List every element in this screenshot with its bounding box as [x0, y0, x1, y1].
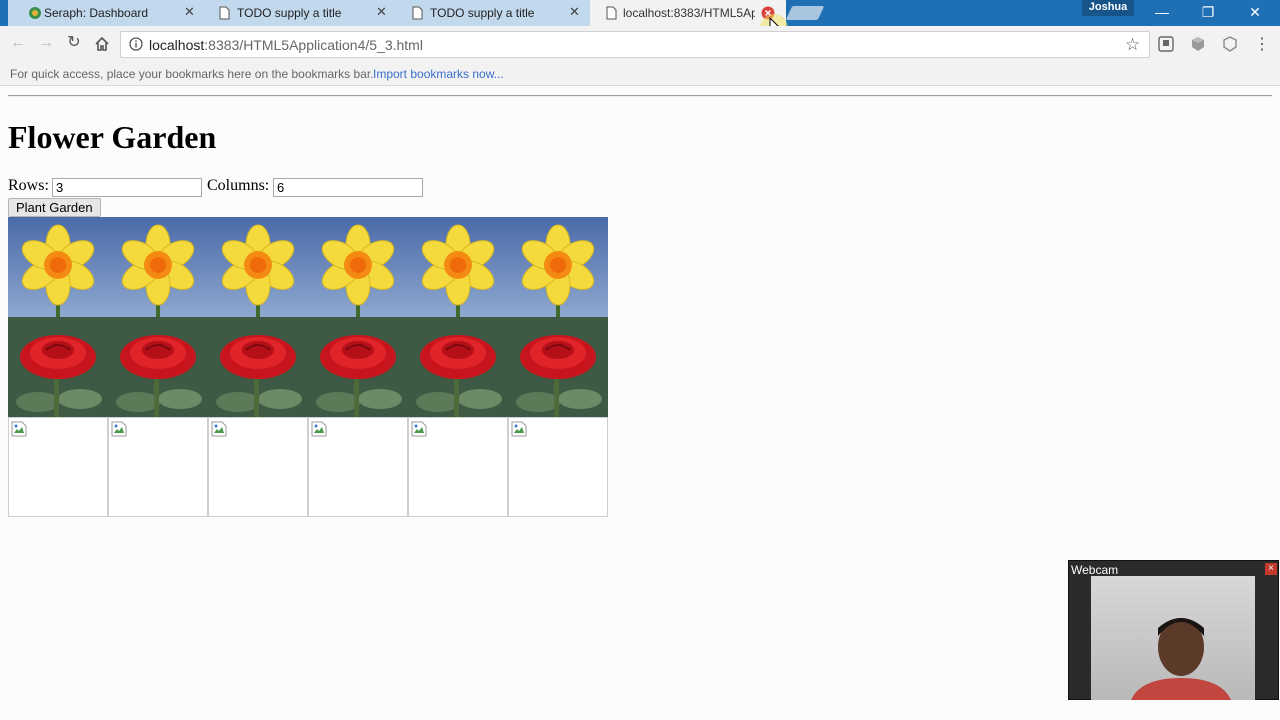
webcam-label: Webcam — [1071, 563, 1119, 577]
garden-cell-daffodil — [108, 217, 208, 317]
url-text: localhost:8383/HTML5Application4/5_3.htm… — [149, 37, 423, 53]
garden-cell-daffodil — [508, 217, 608, 317]
plant-garden-button[interactable]: Plant Garden — [8, 198, 101, 217]
broken-image-icon — [111, 421, 127, 437]
garden-cell-daffodil — [208, 217, 308, 317]
minimize-icon[interactable]: — — [1152, 4, 1172, 20]
bookmarks-bar: For quick access, place your bookmarks h… — [0, 62, 1280, 86]
page-favicon-icon — [606, 6, 617, 20]
garden-cell-daffodil — [408, 217, 508, 317]
garden-cell-daffodil — [8, 217, 108, 317]
garden-cell-broken-image — [508, 417, 608, 517]
tab-title: TODO supply a title — [430, 6, 535, 20]
address-bar[interactable]: localhost:8383/HTML5Application4/5_3.htm… — [120, 31, 1150, 58]
tab-title: localhost:8383/HTML5Ap — [623, 6, 755, 20]
garden-cell-broken-image — [408, 417, 508, 517]
page-title: Flower Garden — [8, 119, 217, 155]
extension-icon[interactable] — [1158, 36, 1174, 52]
broken-image-icon — [211, 421, 227, 437]
forward-arrow-icon[interactable]: → — [36, 34, 56, 52]
garden-cell-daffodil — [308, 217, 408, 317]
page-favicon-icon — [412, 6, 423, 20]
garden-cell-rose — [308, 317, 408, 417]
tab-todo-2[interactable]: TODO supply a title ✕ — [396, 0, 592, 26]
tab-title: TODO supply a title — [237, 6, 342, 20]
daffodil-image — [208, 217, 308, 317]
browser-titlebar: Seraph: Dashboard ✕ TODO supply a title … — [0, 0, 1280, 42]
bookmarks-hint: For quick access, place your bookmarks h… — [10, 67, 374, 81]
daffodil-image — [108, 217, 208, 317]
rows-input[interactable] — [52, 178, 202, 197]
daffodil-image — [308, 217, 408, 317]
columns-input[interactable] — [273, 178, 423, 197]
browser-toolbar: ← → ↻ localhost:8383/HTML5Application4/5… — [0, 26, 1280, 62]
url-host: localhost — [149, 37, 205, 53]
site-info-icon[interactable] — [129, 37, 143, 51]
flower-garden-grid — [8, 217, 608, 517]
tab-title: Seraph: Dashboard — [44, 6, 149, 20]
columns-label: Columns: — [207, 177, 270, 194]
garden-cell-broken-image — [108, 417, 208, 517]
import-bookmarks-link[interactable]: Import bookmarks now... — [373, 67, 504, 81]
broken-image-icon — [511, 421, 527, 437]
tab-close-icon[interactable]: ✕ — [376, 5, 387, 19]
garden-cell-rose — [108, 317, 208, 417]
daffodil-image — [508, 217, 608, 317]
profile-badge[interactable]: Joshua — [1082, 0, 1134, 16]
broken-image-icon — [311, 421, 327, 437]
back-arrow-icon[interactable]: ← — [8, 34, 28, 52]
rose-image — [208, 317, 308, 417]
tab-seraph-dashboard[interactable]: Seraph: Dashboard ✕ — [8, 0, 206, 26]
rose-image — [108, 317, 208, 417]
garden-cell-rose — [8, 317, 108, 417]
broken-image-icon — [411, 421, 427, 437]
rose-image — [508, 317, 608, 417]
extension-shield-icon[interactable] — [1222, 36, 1238, 52]
garden-cell-rose — [408, 317, 508, 417]
garden-cell-broken-image — [208, 417, 308, 517]
rose-image — [408, 317, 508, 417]
webcam-video — [1091, 576, 1255, 700]
garden-cell-rose — [508, 317, 608, 417]
close-window-icon[interactable]: ✕ — [1245, 4, 1265, 21]
browser-menu-icon[interactable]: ⋮ — [1254, 34, 1270, 54]
page-favicon-icon — [219, 6, 230, 20]
daffodil-image — [408, 217, 508, 317]
tab-todo-1[interactable]: TODO supply a title ✕ — [203, 0, 399, 26]
reload-icon[interactable]: ↻ — [64, 34, 84, 52]
bookmark-star-icon[interactable]: ☆ — [1125, 35, 1140, 55]
horizontal-rule — [8, 95, 1272, 97]
daffodil-image — [8, 217, 108, 317]
garden-cell-rose — [208, 317, 308, 417]
tab-close-icon[interactable]: ✕ — [184, 5, 195, 19]
rose-image — [308, 317, 408, 417]
tab-close-icon[interactable]: ✕ — [569, 5, 580, 19]
webcam-overlay[interactable]: Webcam × — [1068, 560, 1279, 700]
restore-icon[interactable]: ❐ — [1198, 4, 1218, 21]
webcam-close-icon[interactable]: × — [1265, 563, 1277, 575]
url-path: :8383/HTML5Application4/5_3.html — [204, 37, 423, 53]
rose-image — [8, 317, 108, 417]
garden-cell-broken-image — [308, 417, 408, 517]
seraph-favicon-icon — [29, 7, 41, 19]
broken-image-icon — [11, 421, 27, 437]
extension-cube-icon[interactable] — [1190, 36, 1206, 52]
garden-cell-broken-image — [8, 417, 108, 517]
rows-label: Rows: — [8, 177, 49, 194]
home-icon[interactable] — [94, 36, 110, 52]
